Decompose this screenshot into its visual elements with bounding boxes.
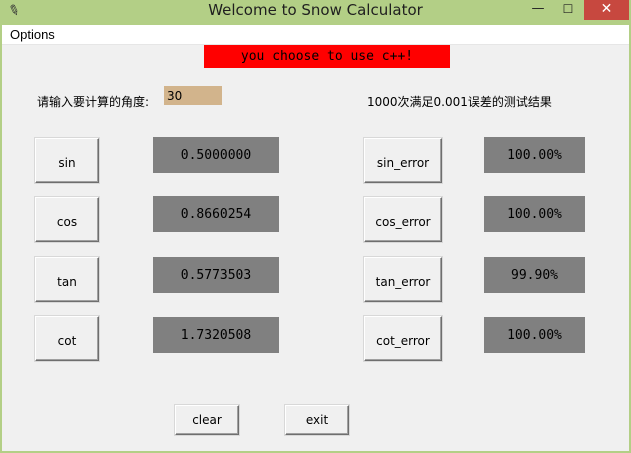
menu-options[interactable]: Options [10,27,55,42]
sin-value: 0.5000000 [153,137,279,173]
sin-error-value: 100.00% [484,137,585,173]
angle-input-label: 请输入要计算的角度: [37,95,150,109]
tan-value: 0.5773503 [153,257,279,293]
tan-error-button[interactable]: tan_error [364,257,442,302]
menu-bar: Options [2,25,629,45]
window-client-area: Options you choose to use c++! 请输入要计算的角度… [2,25,629,451]
cot-error-button[interactable]: cot_error [364,316,442,361]
cos-error-value: 100.00% [484,196,585,232]
language-banner: you choose to use c++! [204,45,450,68]
close-button[interactable]: ✕ [584,0,629,20]
tan-error-value: 99.90% [484,257,585,293]
maximize-button[interactable]: ☐ [554,0,582,20]
cot-error-value: 100.00% [484,317,585,353]
cot-button[interactable]: cot [35,316,99,361]
clear-button[interactable]: clear [175,405,239,435]
tan-button[interactable]: tan [35,257,99,302]
angle-input[interactable] [164,86,222,105]
sin-button[interactable]: sin [35,138,99,183]
cos-button[interactable]: cos [35,197,99,242]
cot-value: 1.7320508 [153,317,279,353]
minimize-button[interactable]: — [524,0,552,20]
cos-error-button[interactable]: cos_error [364,197,442,242]
sin-error-button[interactable]: sin_error [364,138,442,183]
title-bar: ✎ Welcome to Snow Calculator — ☐ ✕ [0,0,631,25]
exit-button[interactable]: exit [285,405,349,435]
cos-value: 0.8660254 [153,196,279,232]
results-header: 1000次满足0.001误差的测试结果 [367,95,552,109]
